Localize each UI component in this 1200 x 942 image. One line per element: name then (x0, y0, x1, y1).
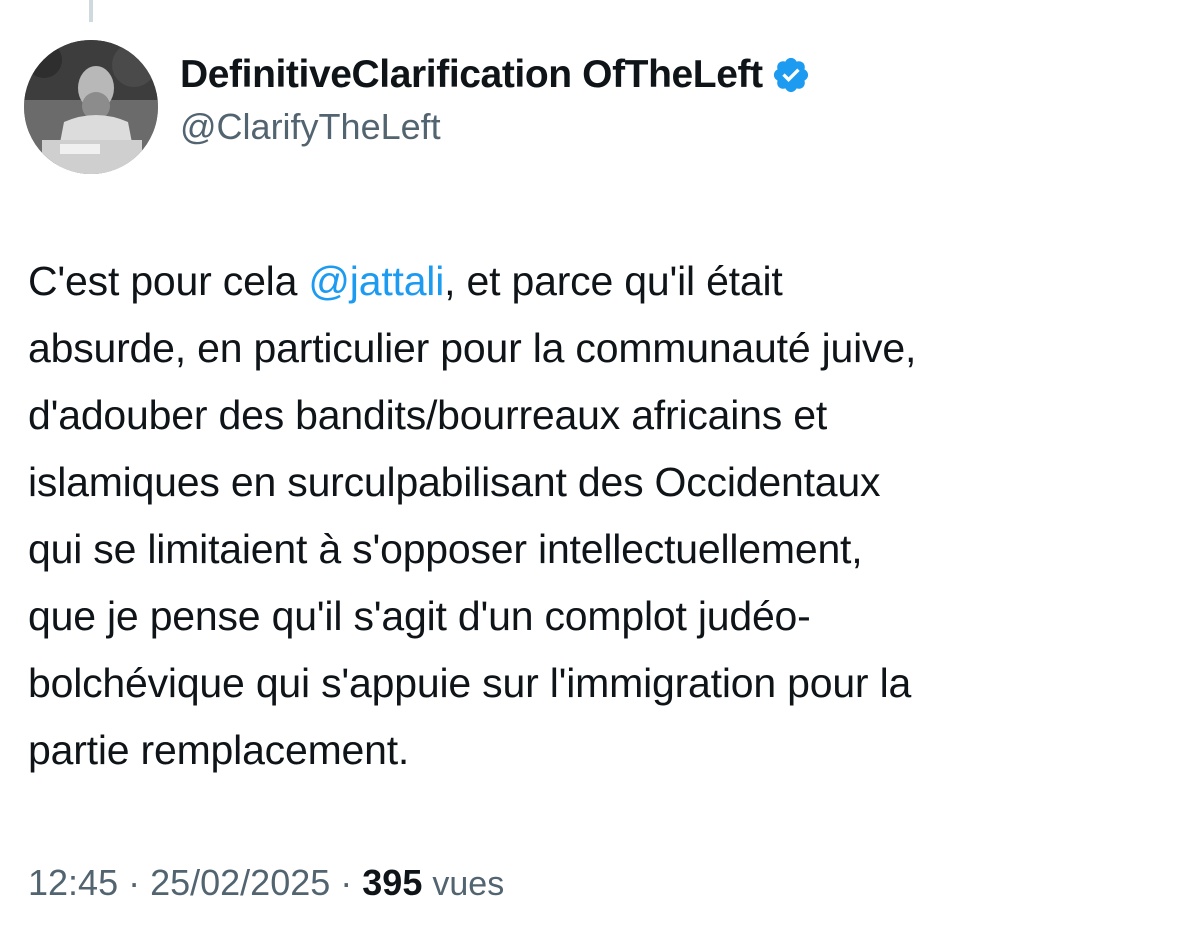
author-name-row: DefinitiveClarification OfTheLeft (180, 50, 811, 100)
tweet-author: DefinitiveClarification OfTheLeft @Clari… (180, 50, 811, 148)
tweet-text: C'est pour cela @jattali, et parce qu'il… (28, 248, 1178, 784)
tweet-text-line: que je pense qu'il s'agit d'un complot j… (28, 593, 811, 639)
author-handle[interactable]: @ClarifyTheLeft (180, 106, 811, 148)
avatar-photo (24, 40, 158, 174)
tweet-text-segment: C'est pour cela (28, 258, 309, 304)
tweet-text-line: qui se limitaient à s'opposer intellectu… (28, 526, 863, 572)
tweet-metadata: 12:45 · 25/02/2025 · 395 vues (28, 862, 504, 904)
verified-badge-icon (771, 55, 811, 95)
meta-separator: · (330, 862, 363, 903)
tweet-time[interactable]: 12:45 (28, 862, 118, 903)
tweet-date[interactable]: 25/02/2025 (150, 862, 330, 903)
tweet-text-line: d'adouber des bandits/bourreaux africain… (28, 392, 828, 438)
tweet-text-line: C'est pour cela @jattali, et parce qu'il… (28, 248, 1178, 315)
views-label: vues (432, 865, 505, 903)
avatar[interactable] (24, 40, 158, 174)
thread-connector-line (89, 0, 93, 22)
meta-separator: · (118, 862, 151, 903)
tweet-text-line: absurde, en particulier pour la communau… (28, 325, 917, 371)
mention-link[interactable]: @jattali (308, 258, 444, 304)
views-count[interactable]: 395 (362, 862, 422, 903)
author-display-name[interactable]: DefinitiveClarification OfTheLeft (180, 53, 763, 97)
tweet-text-line: partie remplacement. (28, 727, 410, 773)
tweet-text-segment: , et parce qu'il était (444, 258, 783, 304)
tweet-text-line: bolchévique qui s'appuie sur l'immigrati… (28, 660, 912, 706)
tweet-text-line: islamiques en surculpabilisant des Occid… (28, 459, 881, 505)
